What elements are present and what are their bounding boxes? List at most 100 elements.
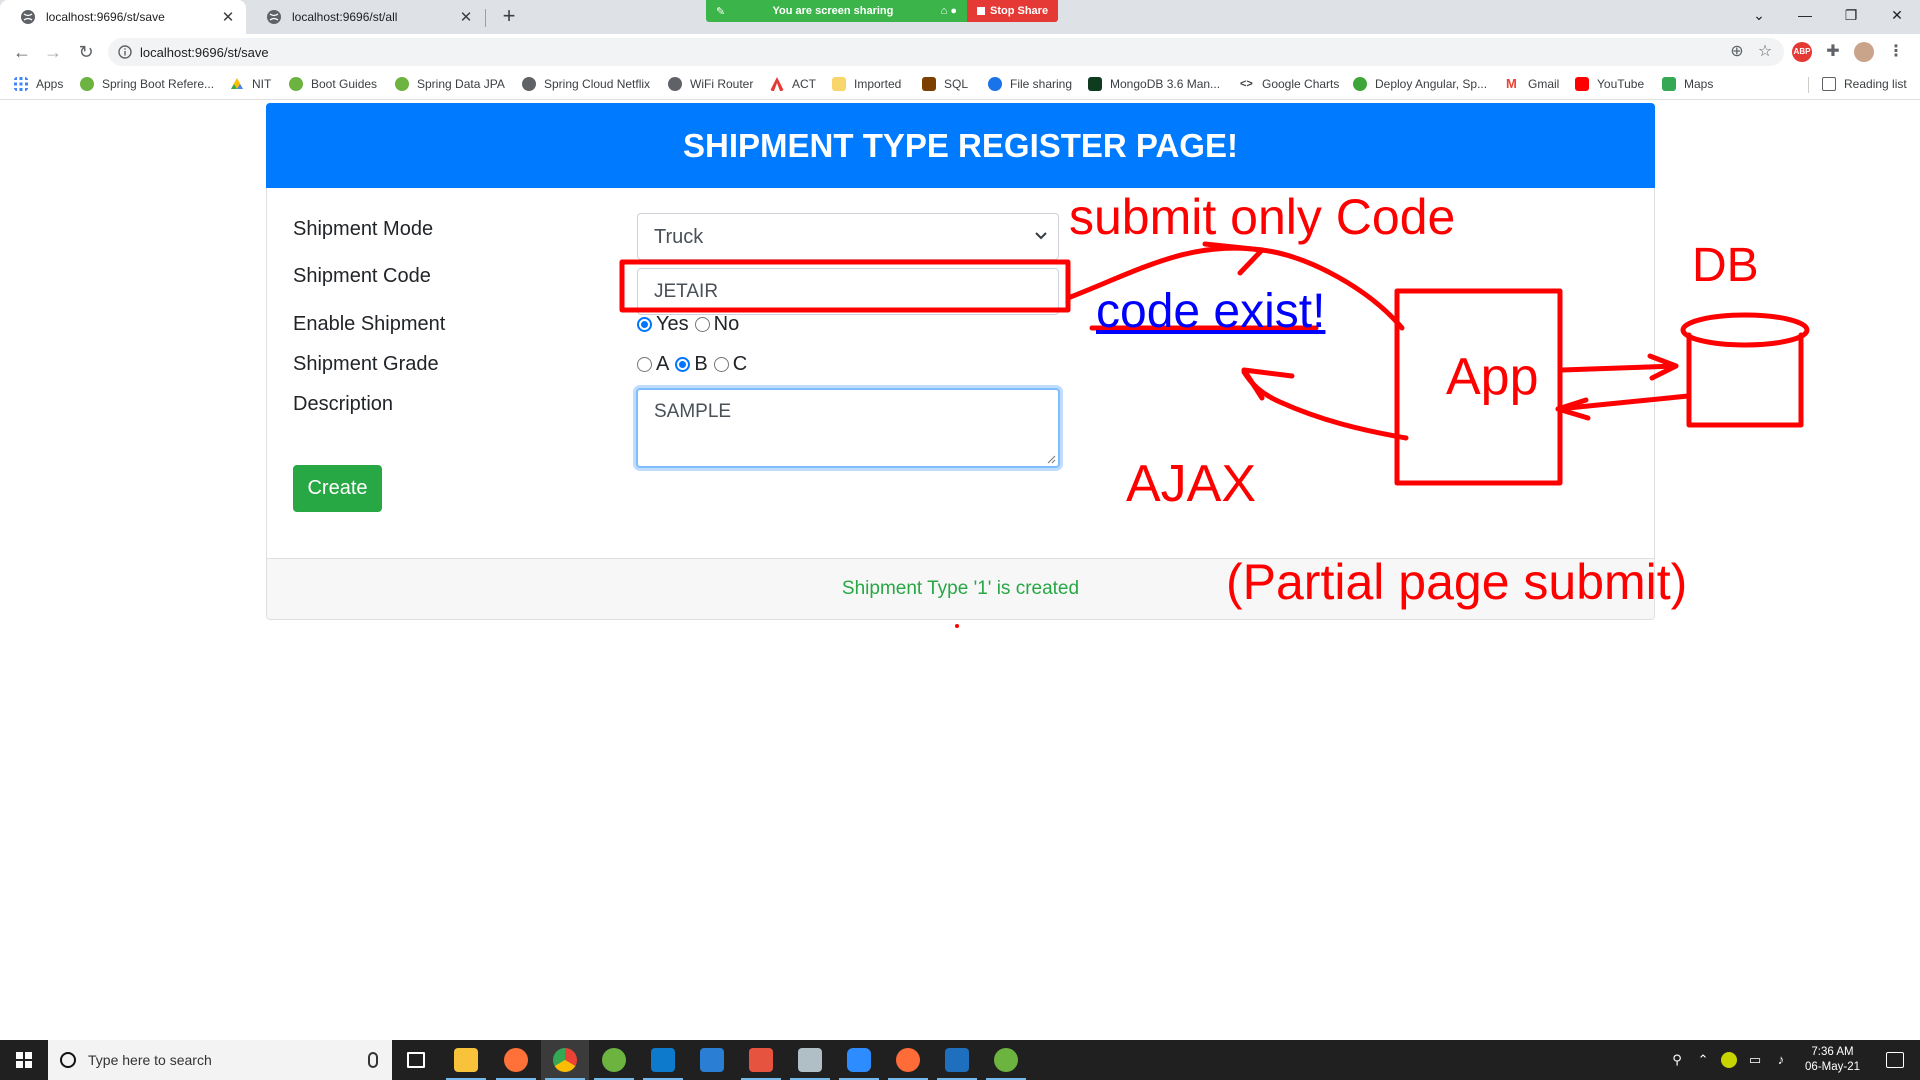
bookmark-youtube[interactable]: YouTube	[1575, 77, 1644, 91]
volume-icon[interactable]: ♪	[1773, 1052, 1789, 1068]
close-icon[interactable]: ✕	[456, 8, 476, 26]
stop-share-button[interactable]: Stop Share	[967, 0, 1059, 22]
snipping-tool-app[interactable]	[786, 1040, 834, 1080]
mysql-workbench-app[interactable]	[688, 1040, 736, 1080]
bookmark-google-charts[interactable]: <> Google Charts	[1240, 77, 1339, 91]
firefox-app[interactable]	[492, 1040, 540, 1080]
chrome-icon	[553, 1048, 577, 1072]
info-icon[interactable]	[118, 45, 132, 59]
description-label: Description	[293, 393, 394, 415]
vscode-app[interactable]	[639, 1040, 687, 1080]
windows-taskbar: Type here to search ⚲ ⌃ ▭ ♪ 7:36 AM 06-M…	[0, 1040, 1920, 1080]
network-icon[interactable]: ▭	[1747, 1052, 1763, 1068]
task-view-button[interactable]	[392, 1040, 440, 1080]
enable-shipment-label: Enable Shipment	[293, 313, 446, 335]
bookmark-spring-boot-reference[interactable]: Spring Boot Refere...	[80, 77, 214, 91]
taskbar-clock[interactable]: 7:36 AM 06-May-21	[1805, 1045, 1860, 1075]
close-icon[interactable]: ✕	[218, 8, 238, 26]
forward-icon[interactable]: →	[41, 40, 65, 64]
taskbar-search[interactable]: Type here to search	[48, 1040, 392, 1080]
tray-app-icon[interactable]	[1721, 1052, 1738, 1068]
reading-list-label: Reading list	[1844, 77, 1907, 91]
bookmark-act[interactable]: ACT	[770, 77, 816, 91]
extensions-icon[interactable]: ✚	[1823, 42, 1843, 62]
screen-share-text: You are screen sharing	[772, 5, 894, 17]
bookmark-sql[interactable]: SQL	[922, 77, 968, 91]
bookmark-boot-guides[interactable]: Boot Guides	[289, 77, 377, 91]
minimize-icon[interactable]: —	[1782, 7, 1828, 23]
shipment-mode-value: Truck	[654, 226, 704, 248]
youtube-icon	[1575, 77, 1589, 91]
zoom-icon[interactable]: ⊕	[1728, 43, 1746, 61]
bookmark-spring-cloud-netflix[interactable]: Spring Cloud Netflix	[522, 77, 650, 91]
bookmark-mongodb[interactable]: MongoDB 3.6 Man...	[1088, 77, 1220, 91]
grade-b-radio[interactable]	[675, 357, 691, 372]
db-cylinder-top	[1680, 312, 1810, 348]
enable-yes-radio[interactable]	[637, 317, 652, 332]
url-text[interactable]: localhost:9696/st/save	[140, 45, 1728, 60]
globe-icon	[668, 77, 682, 91]
paint-app[interactable]	[737, 1040, 785, 1080]
share-pencil-icon[interactable]: ✎	[716, 5, 725, 18]
back-icon[interactable]: ←	[10, 40, 34, 64]
postman-app[interactable]	[884, 1040, 932, 1080]
address-bar[interactable]: localhost:9696/st/save ⊕ ☆	[108, 38, 1784, 66]
code-exist-message: code exist!	[1096, 285, 1326, 338]
bookmark-star-icon[interactable]: ☆	[1756, 43, 1774, 61]
bookmark-wifi-router[interactable]: WiFi Router	[668, 77, 753, 91]
reload-icon[interactable]: ↻	[74, 40, 98, 64]
new-tab-button[interactable]: +	[496, 4, 522, 30]
photos-app[interactable]	[933, 1040, 981, 1080]
grade-a-radio[interactable]	[637, 357, 652, 372]
clock-time: 7:36 AM	[1811, 1046, 1854, 1058]
notification-icon[interactable]	[1886, 1052, 1904, 1068]
act-icon	[770, 77, 784, 91]
screen-share-bar: ✎ You are screen sharing ⌂ ● Stop Share	[706, 0, 1059, 22]
menu-icon[interactable]: ⋮	[1886, 42, 1906, 62]
tab-title: localhost:9696/st/save	[46, 10, 165, 24]
avatar[interactable]	[1854, 42, 1874, 62]
mongodb-icon	[1088, 77, 1102, 91]
chrome-app[interactable]	[541, 1040, 589, 1080]
resize-grip-icon[interactable]	[1047, 455, 1056, 464]
grade-a-label: A	[656, 353, 670, 375]
bookmark-file-sharing[interactable]: File sharing	[988, 77, 1072, 91]
bookmark-deploy-angular[interactable]: Deploy Angular, Sp...	[1353, 77, 1487, 91]
bookmark-gmail[interactable]: M Gmail	[1506, 77, 1559, 92]
enable-no-radio[interactable]	[694, 317, 710, 332]
bookmark-label: Boot Guides	[311, 77, 378, 91]
share-controls-icon[interactable]: ⌂ ●	[941, 5, 957, 17]
bookmark-apps[interactable]: Apps	[14, 77, 63, 91]
reading-list-button[interactable]: Reading list	[1822, 77, 1907, 91]
grade-c-radio[interactable]	[713, 357, 729, 372]
zoom-app[interactable]	[835, 1040, 883, 1080]
browser-toolbar: ← → ↻ localhost:9696/st/save ⊕ ☆ ABP ✚ ⋮	[0, 34, 1920, 70]
tab-st-all[interactable]: localhost:9696/st/all ✕	[246, 0, 484, 34]
close-window-icon[interactable]: ✕	[1874, 7, 1920, 24]
file-explorer-app[interactable]	[442, 1040, 490, 1080]
bookmark-label: Imported	[854, 77, 902, 91]
restore-icon[interactable]: ❐	[1828, 7, 1874, 24]
chevron-up-icon[interactable]: ⌃	[1695, 1052, 1711, 1068]
spring-tool-suite-app[interactable]	[590, 1040, 638, 1080]
bookmark-imported[interactable]: Imported	[832, 77, 901, 91]
bookmark-maps[interactable]: Maps	[1662, 77, 1713, 91]
shipment-code-input[interactable]: JETAIR	[637, 268, 1059, 315]
screen-share-notice: ✎ You are screen sharing ⌂ ●	[706, 0, 967, 22]
shipment-code-label: Shipment Code	[293, 265, 431, 287]
tab-search-icon[interactable]: ⌄	[1736, 7, 1782, 24]
microphone-icon[interactable]	[368, 1052, 378, 1068]
start-button[interactable]	[0, 1040, 48, 1080]
tab-st-save[interactable]: localhost:9696/st/save ✕	[0, 0, 246, 34]
description-textarea[interactable]: SAMPLE	[636, 388, 1060, 468]
spring-boot-app[interactable]	[982, 1040, 1030, 1080]
shipment-mode-select[interactable]: Truck	[637, 213, 1059, 260]
people-icon[interactable]: ⚲	[1669, 1052, 1685, 1068]
bookmark-nit[interactable]: NIT	[230, 77, 271, 91]
bookmarks-divider	[1808, 77, 1809, 93]
bookmark-spring-data-jpa[interactable]: Spring Data JPA	[395, 77, 505, 91]
apps-grid-icon	[14, 77, 28, 91]
adblock-icon[interactable]: ABP	[1792, 42, 1812, 62]
create-button[interactable]: Create	[293, 465, 382, 512]
enable-yes-label: Yes	[656, 313, 689, 335]
